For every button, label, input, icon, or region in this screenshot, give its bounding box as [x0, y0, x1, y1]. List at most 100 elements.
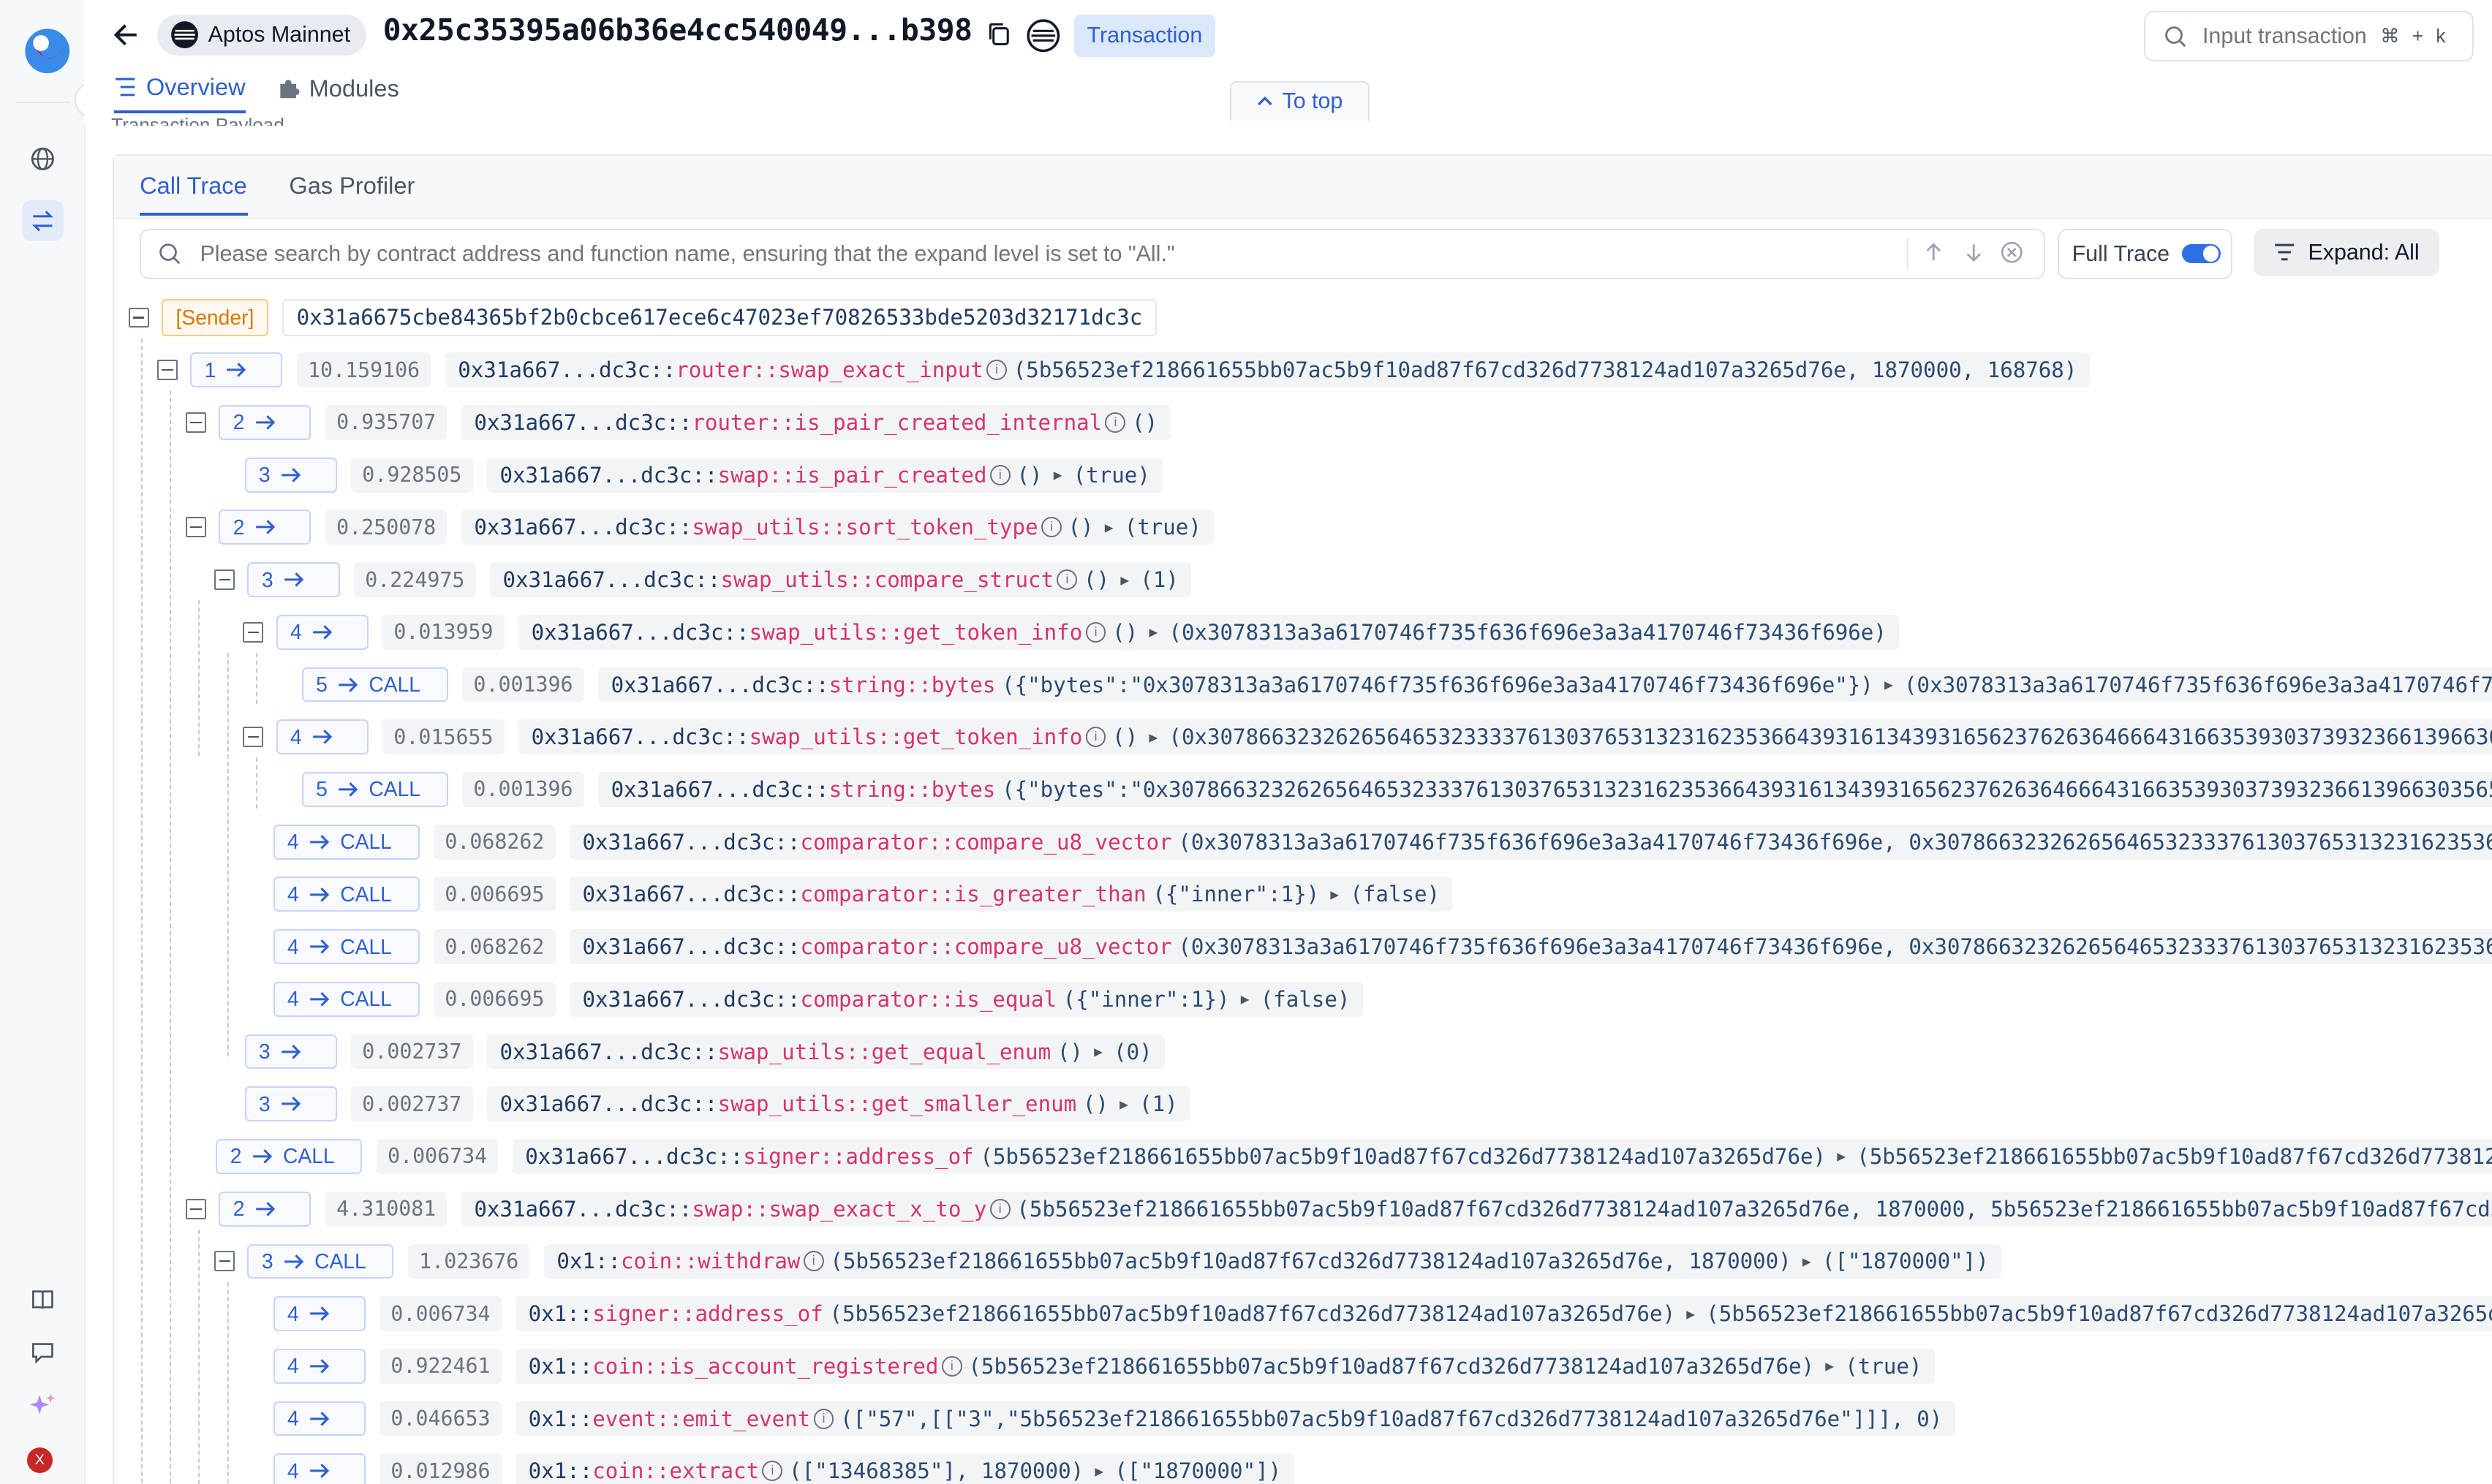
transaction-search-input[interactable]: [2199, 22, 2374, 51]
module-address[interactable]: 0x31a667...dc3c: [611, 673, 804, 697]
tab-overview[interactable]: Overview: [114, 73, 246, 113]
module-address[interactable]: 0x31a667...dc3c: [583, 987, 775, 1012]
network-selector[interactable]: Aptos Mainnet: [157, 14, 366, 56]
collapse-toggle[interactable]: [243, 621, 264, 643]
trace-row[interactable]: 4 0.015655 0x31a667...dc3c:: swap_utils::ge…: [243, 718, 2492, 756]
call-depth-badge[interactable]: 4 CALL: [273, 824, 420, 860]
call-signature[interactable]: 0x31a667...dc3c:: swap_utils::get_token_i…: [518, 719, 2492, 755]
trace-row[interactable]: 4 0.006734 0x1:: signer::address_of (5b56523…: [273, 1295, 2492, 1333]
tab-gas-profiler[interactable]: Gas Profiler: [289, 172, 415, 200]
call-depth-badge[interactable]: 3 CALL: [247, 1243, 394, 1279]
info-icon[interactable]: i: [1057, 569, 1078, 591]
call-signature[interactable]: 0x31a667...dc3c:: comparator::compare_u8_…: [570, 929, 2492, 964]
call-signature[interactable]: 0x31a667...dc3c:: swap::swap_exact_x_to_y…: [461, 1191, 2492, 1227]
call-depth-badge[interactable]: 1: [190, 352, 283, 388]
info-icon[interactable]: i: [989, 464, 1011, 485]
function-name[interactable]: coin::is_account_registered: [592, 1354, 938, 1379]
collapse-toggle[interactable]: [243, 727, 264, 748]
function-name[interactable]: router::swap_exact_input: [676, 357, 983, 382]
info-icon[interactable]: i: [1085, 621, 1106, 643]
call-depth-badge[interactable]: 3: [244, 1086, 337, 1122]
function-name[interactable]: string::bytes: [829, 673, 996, 697]
call-signature[interactable]: 0x1:: coin::is_account_registered i (5b5652…: [516, 1348, 1935, 1384]
collapse-toggle[interactable]: [128, 307, 149, 328]
trace-row[interactable]: 1 10.159106 0x31a667...dc3c:: router::swap_…: [156, 351, 2090, 389]
collapse-toggle[interactable]: [214, 1251, 235, 1272]
module-address[interactable]: 0x31a667...dc3c: [474, 1197, 666, 1222]
trace-row[interactable]: 4 CALL 0.006695 0x31a667...dc3c:: comparator…: [273, 875, 1453, 913]
collapse-toggle[interactable]: [186, 412, 206, 433]
call-signature[interactable]: 0x1:: coin::withdraw i (5b56523ef218661655b…: [544, 1243, 2002, 1279]
call-signature[interactable]: 0x31a667...dc3c:: swap_utils::compare_str…: [490, 562, 1192, 597]
call-depth-badge[interactable]: 5 CALL: [301, 772, 448, 807]
call-depth-badge[interactable]: 4: [273, 1453, 366, 1484]
info-icon[interactable]: i: [813, 1408, 834, 1429]
sender-address[interactable]: 0x31a6675cbe84365bf2b0cbce617ece6c47023e…: [282, 298, 1157, 337]
call-signature[interactable]: 0x31a667...dc3c:: comparator::is_greater_…: [570, 877, 1453, 912]
rail-explorer-button[interactable]: [22, 138, 64, 180]
tab-call-trace[interactable]: Call Trace: [140, 172, 247, 200]
call-depth-badge[interactable]: 3: [244, 1034, 337, 1070]
trace-row[interactable]: 4 CALL 0.068262 0x31a667...dc3c:: comparator…: [273, 823, 2492, 861]
module-address[interactable]: 0x31a667...dc3c: [500, 463, 692, 488]
collapse-toggle[interactable]: [186, 517, 206, 538]
app-logo-icon[interactable]: [22, 26, 73, 77]
info-icon[interactable]: i: [989, 1198, 1011, 1219]
user-avatar[interactable]: X: [26, 1447, 53, 1473]
module-address[interactable]: 0x1: [529, 1301, 567, 1326]
call-signature[interactable]: 0x31a667...dc3c:: signer::address_of (5b56…: [512, 1139, 2492, 1174]
trace-row[interactable]: 4 0.012986 0x1:: coin::extract i (["13468385"…: [273, 1452, 1294, 1484]
function-name[interactable]: swap_utils::get_token_info: [750, 620, 1083, 645]
call-signature[interactable]: 0x31a667...dc3c:: comparator::compare_u8_…: [570, 824, 2492, 860]
call-signature[interactable]: 0x1:: signer::address_of (5b56523ef2186616…: [516, 1296, 2492, 1332]
module-address[interactable]: 0x1: [529, 1354, 567, 1379]
function-name[interactable]: signer::address_of: [743, 1144, 973, 1169]
module-address[interactable]: 0x31a667...dc3c: [611, 777, 804, 802]
module-address[interactable]: 0x31a667...dc3c: [500, 1091, 692, 1116]
rail-ai-button[interactable]: [22, 1384, 64, 1426]
call-signature[interactable]: 0x31a667...dc3c:: string::bytes ({"bytes":…: [598, 667, 2492, 703]
info-icon[interactable]: i: [803, 1251, 824, 1272]
call-depth-badge[interactable]: 5 CALL: [301, 667, 448, 703]
function-name[interactable]: event::emit_event: [592, 1407, 810, 1431]
function-name[interactable]: swap::is_pair_created: [717, 463, 986, 488]
collapse-toggle[interactable]: [186, 1198, 206, 1219]
module-address[interactable]: 0x31a667...dc3c: [474, 515, 666, 540]
transaction-search[interactable]: ⌘ + k: [2143, 11, 2474, 62]
function-name[interactable]: swap_utils::sort_token_type: [692, 515, 1038, 540]
trace-row[interactable]: 4 CALL 0.068262 0x31a667...dc3c:: comparator…: [273, 928, 2492, 966]
function-name[interactable]: swap_utils::get_smaller_enum: [717, 1091, 1076, 1116]
rail-feedback-button[interactable]: [22, 1331, 64, 1373]
call-signature[interactable]: 0x31a667...dc3c:: router::is_pair_created…: [461, 405, 1171, 440]
trace-row[interactable]: 4 0.922461 0x1:: coin::is_account_registere…: [273, 1347, 1935, 1385]
call-signature[interactable]: 0x1:: event::emit_event i (["57",[["3","5b5…: [516, 1401, 1955, 1436]
copy-icon[interactable]: [987, 22, 1011, 48]
trace-row[interactable]: 4 CALL 0.006695 0x31a667...dc3c:: comparator…: [273, 980, 1363, 1018]
function-name[interactable]: coin::extract: [592, 1458, 759, 1483]
trace-row[interactable]: 2 4.310081 0x31a667...dc3c:: swap::swap_exa…: [186, 1190, 2492, 1228]
trace-row[interactable]: 4 0.046653 0x1:: event::emit_event i (["57",[…: [273, 1399, 1955, 1437]
call-signature[interactable]: 0x31a667...dc3c:: router::swap_exact_inpu…: [445, 352, 2090, 388]
trace-row[interactable]: 2 CALL 0.006734 0x31a667...dc3c:: signer::ad…: [216, 1137, 2492, 1176]
function-name[interactable]: comparator::compare_u8_vector: [800, 934, 1171, 959]
function-name[interactable]: swap_utils::compare_struct: [720, 567, 1054, 592]
module-address[interactable]: 0x1: [556, 1249, 595, 1273]
call-signature[interactable]: 0x31a667...dc3c:: comparator::is_equal ({"…: [570, 981, 1363, 1017]
call-depth-badge[interactable]: 3: [244, 457, 337, 493]
module-address[interactable]: 0x31a667...dc3c: [502, 567, 695, 592]
back-arrow-icon[interactable]: [111, 19, 143, 50]
call-signature[interactable]: 0x31a667...dc3c:: swap_utils::sort_token_…: [461, 510, 1215, 545]
call-depth-badge[interactable]: 4: [273, 1401, 366, 1436]
function-name[interactable]: signer::address_of: [592, 1301, 823, 1326]
module-address[interactable]: 0x1: [529, 1458, 567, 1483]
rail-transactions-button[interactable]: [22, 200, 64, 242]
call-depth-badge[interactable]: 2: [219, 1191, 312, 1227]
call-signature[interactable]: 0x1:: coin::extract i (["13468385"], 187000…: [516, 1453, 1294, 1484]
module-address[interactable]: 0x31a667...dc3c: [583, 830, 775, 855]
trace-row[interactable]: 2 0.935707 0x31a667...dc3c:: router::is_pai…: [186, 404, 1171, 442]
module-address[interactable]: 0x31a667...dc3c: [525, 1144, 717, 1169]
trace-search-input[interactable]: [197, 239, 1888, 269]
trace-row[interactable]: 4 0.013959 0x31a667...dc3c:: swap_utils::ge…: [243, 613, 1900, 651]
tab-modules[interactable]: Modules: [277, 73, 399, 113]
info-icon[interactable]: i: [941, 1355, 962, 1377]
